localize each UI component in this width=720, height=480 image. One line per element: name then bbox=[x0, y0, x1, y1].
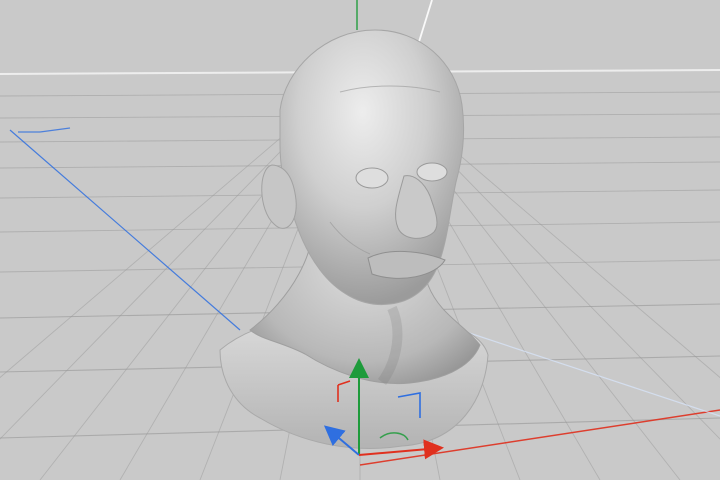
3d-viewport[interactable] bbox=[0, 0, 720, 480]
bust-right-eye bbox=[416, 162, 448, 182]
viewport-scene[interactable] bbox=[0, 0, 720, 480]
bust-left-eye bbox=[355, 167, 389, 189]
